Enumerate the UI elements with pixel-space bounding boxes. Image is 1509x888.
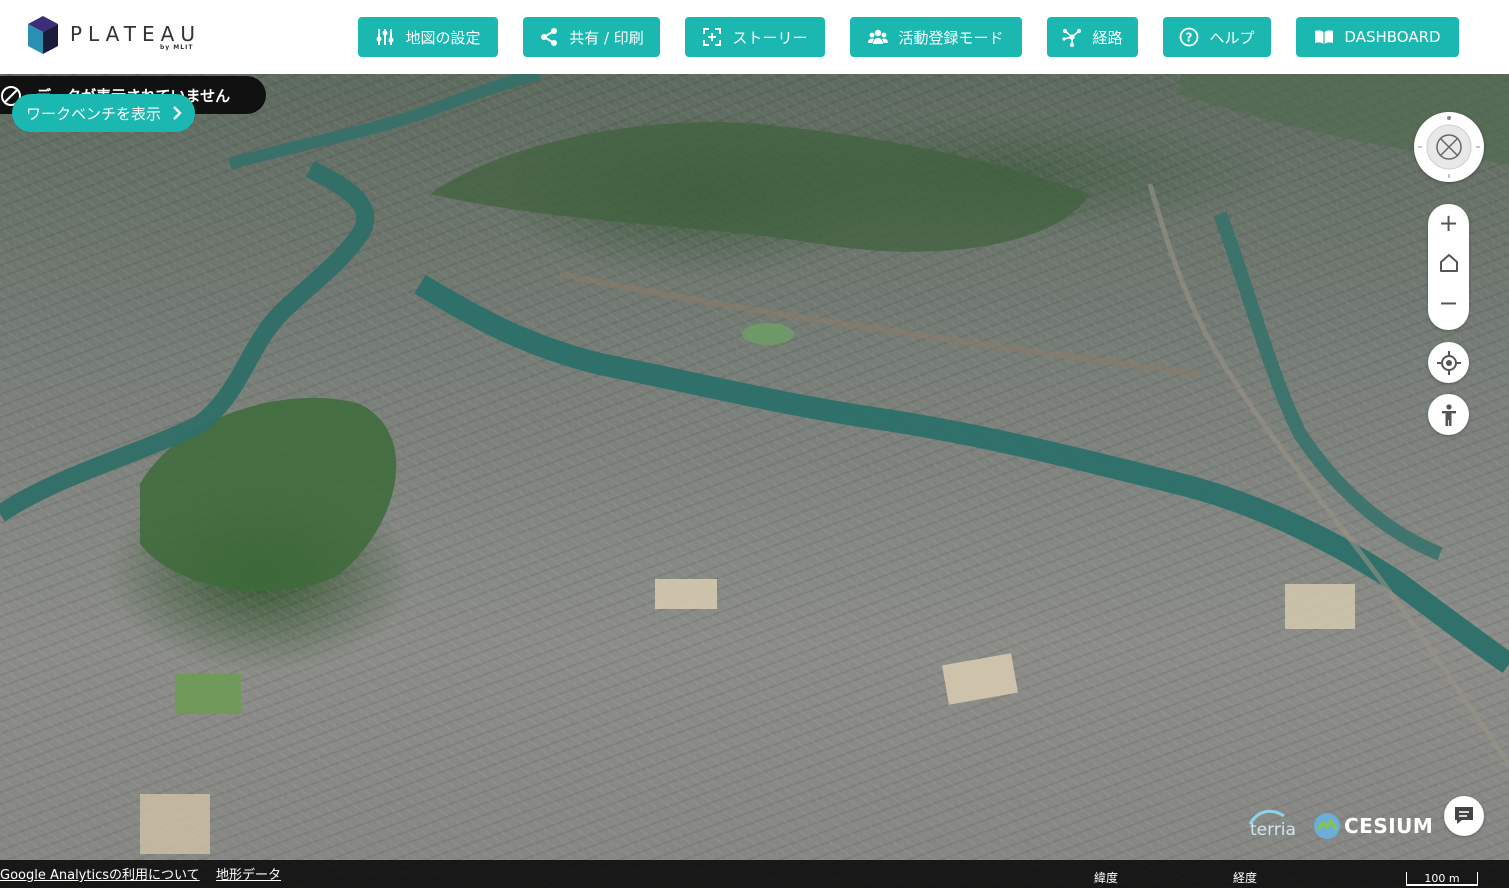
map-terrain-layer	[0, 74, 1509, 854]
logo-wordmark: PLATEAU	[70, 22, 201, 46]
help-label: ヘルプ	[1209, 28, 1255, 47]
crosshair-icon	[1436, 350, 1461, 375]
terrain-data-link[interactable]: 地形データ	[216, 864, 281, 883]
cesium-logo[interactable]: CESIUM	[1312, 810, 1433, 842]
route-icon	[1062, 27, 1082, 47]
sliders-icon	[375, 27, 395, 47]
map-settings-label: 地図の設定	[405, 28, 481, 47]
chevron-right-icon	[173, 106, 182, 120]
route-button[interactable]: 経路	[1047, 17, 1138, 57]
zoom-out-button[interactable]: −	[1428, 284, 1469, 322]
longitude-label: 経度	[1233, 871, 1258, 885]
pedestrian-icon	[1441, 403, 1456, 426]
map-viewport[interactable]	[0, 74, 1509, 888]
share-print-label: 共有 / 印刷	[569, 28, 644, 47]
analytics-link[interactable]: Google Analyticsの利用について	[0, 864, 200, 883]
my-location-button[interactable]	[1428, 342, 1469, 383]
compass-control[interactable]	[1414, 112, 1484, 182]
help-icon: ?	[1179, 27, 1199, 47]
home-icon	[1439, 254, 1458, 272]
cube-logo-icon	[28, 16, 58, 54]
users-icon	[868, 27, 889, 47]
activity-mode-button[interactable]: 活動登録モード	[850, 17, 1022, 57]
story-button[interactable]: ストーリー	[685, 17, 825, 57]
app-header: PLATEAU by MLIT 地図の設定 共有 / 印刷 ストーリー 活動登録…	[0, 0, 1509, 74]
dashboard-button[interactable]: DASHBOARD	[1296, 17, 1459, 57]
compass-icon	[1416, 114, 1482, 180]
help-button[interactable]: ? ヘルプ	[1163, 17, 1271, 57]
activity-mode-label: 活動登録モード	[898, 28, 1004, 47]
map-settings-button[interactable]: 地図の設定	[358, 17, 498, 57]
share-icon	[539, 27, 559, 47]
logo-subtext: by MLIT	[160, 44, 194, 51]
plateau-logo[interactable]: PLATEAU by MLIT	[28, 16, 208, 58]
show-workbench-label: ワークベンチを表示	[26, 104, 162, 123]
show-workbench-button[interactable]: ワークベンチを表示	[12, 94, 196, 132]
story-icon	[702, 27, 722, 47]
chat-icon	[1455, 807, 1473, 824]
scale-bar: 100 m	[1406, 872, 1478, 886]
book-icon	[1314, 27, 1334, 47]
route-label: 経路	[1092, 28, 1123, 47]
story-label: ストーリー	[732, 28, 808, 47]
cesium-text: CESIUM	[1344, 814, 1434, 838]
home-button[interactable]	[1428, 244, 1469, 282]
zoom-in-button[interactable]: +	[1428, 204, 1469, 242]
status-bar: Google Analyticsの利用について 地形データ 緯度 経度	[0, 860, 1509, 888]
share-print-button[interactable]: 共有 / 印刷	[523, 17, 660, 57]
feedback-button[interactable]	[1444, 796, 1484, 836]
zoom-controls: + −	[1428, 204, 1469, 330]
dashboard-label: DASHBOARD	[1344, 28, 1441, 46]
latitude-label: 緯度	[1094, 871, 1119, 885]
terria-logo[interactable]: terria	[1246, 806, 1302, 842]
cesium-globe-icon	[1314, 813, 1340, 839]
terria-text: terria	[1250, 820, 1296, 840]
pedestrian-mode-button[interactable]	[1428, 394, 1469, 435]
svg-text:?: ?	[1186, 31, 1193, 45]
